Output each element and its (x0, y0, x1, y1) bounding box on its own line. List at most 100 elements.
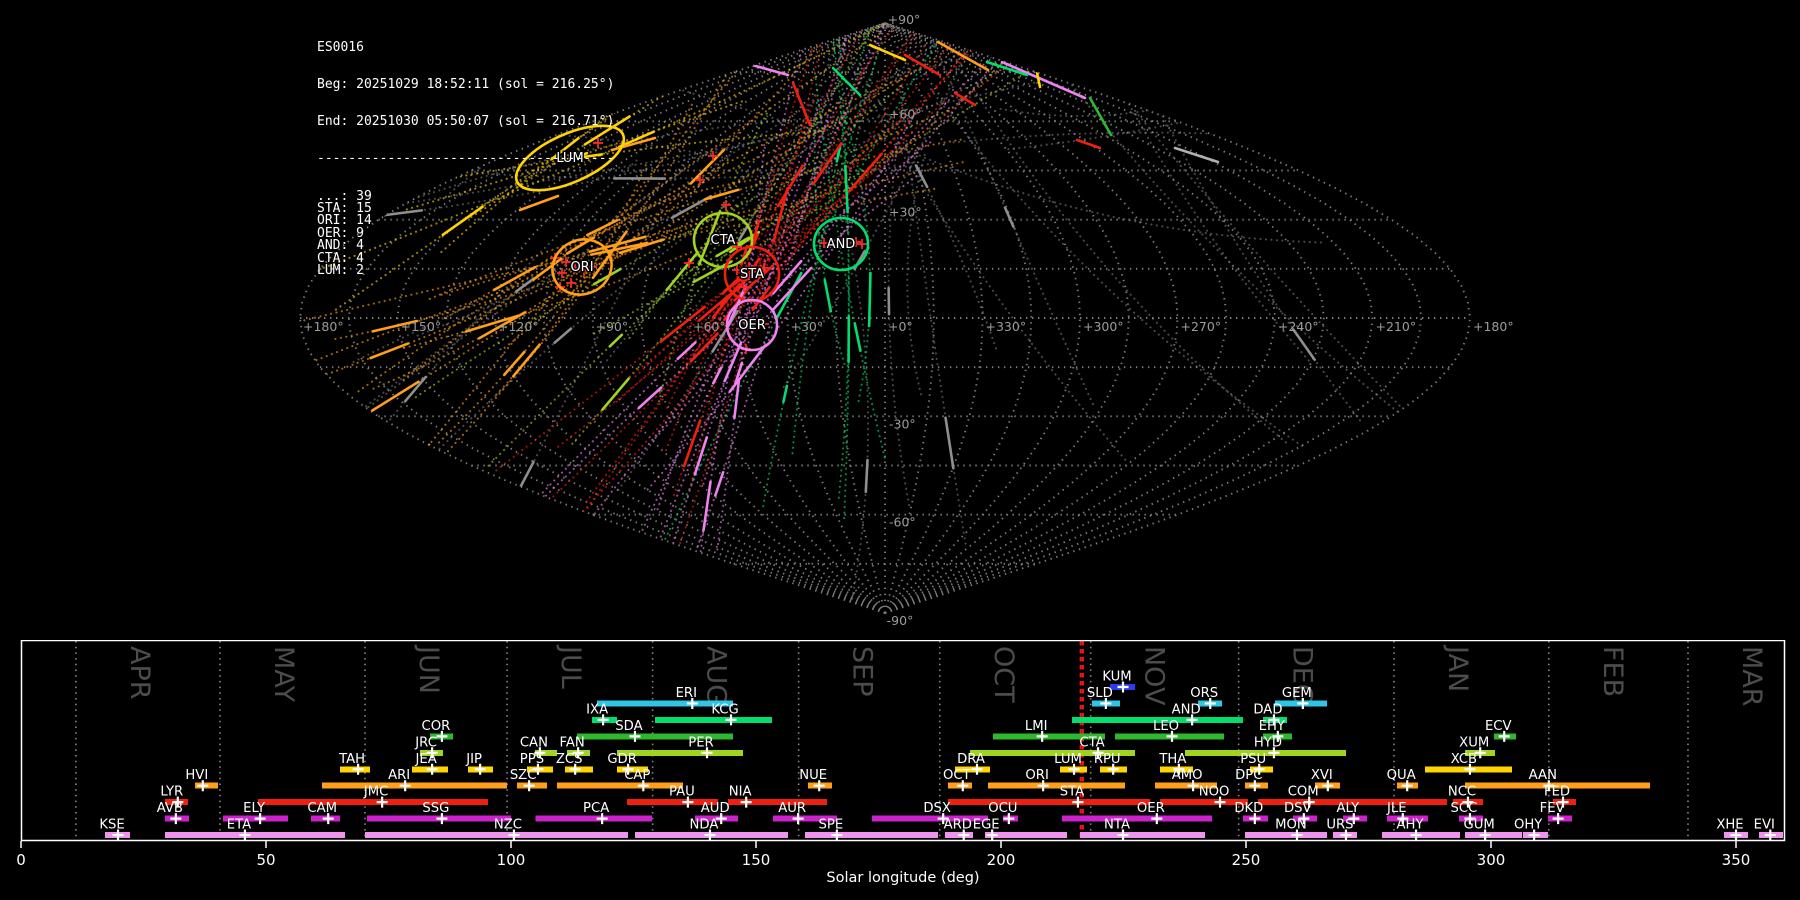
shower-label-ORS: ORS (1190, 686, 1218, 701)
lon-label: +180° (1473, 319, 1514, 334)
radiant-label-STA: STA (740, 267, 764, 282)
shower-label-JLE: JLE (1386, 801, 1407, 816)
trail-arc (898, 23, 1094, 406)
shower-labels: KUM ERI SLD ORS GEM IXA KCG AND DAD COR SDA LMI LEO E… (99, 670, 1775, 833)
month-label-JAN: JAN (1442, 644, 1473, 692)
shower-label-PER: PER (688, 735, 713, 750)
shower-label-HYD: HYD (1254, 735, 1282, 750)
shower-label-QUA: QUA (1387, 768, 1416, 783)
meteor-radiant-screen: LUM CTA ORI AND STA OER +180° +150° +120° +90° +60… (0, 0, 1800, 900)
sky-map: LUMCTAORIANDSTAOER+180° +150° +120° +90° +60… (299, 12, 1514, 628)
shower-label-FEV: FEV (1540, 801, 1565, 816)
shower-label-THA: THA (1158, 752, 1186, 767)
meteor-segment (1173, 146, 1220, 164)
shower-label-CAN: CAN (520, 735, 548, 750)
x-tick-label: 100 (497, 851, 526, 869)
lon-label: +240° (1278, 319, 1319, 334)
shower-label-NDA: NDA (690, 818, 719, 833)
pole-bottom-label: -90° (887, 613, 914, 628)
shower-label-EGE: EGE (973, 818, 1000, 833)
month-label-APR: APR (124, 646, 155, 700)
meteor-segment (944, 416, 955, 470)
shower-label-KUM: KUM (1102, 670, 1131, 685)
x-tick-label: 0 (16, 851, 26, 869)
lon-label: +120° (498, 319, 539, 334)
shower-label-EVI: EVI (1754, 818, 1775, 833)
shower-label-KSE: KSE (99, 818, 124, 833)
shower-label-NOO: NOO (1199, 785, 1230, 800)
trail-arc (895, 64, 967, 545)
shower-bar-CAP (557, 782, 683, 789)
shower-label-ERI: ERI (676, 686, 697, 701)
x-axis-title: Solar longitude (deg) (826, 870, 979, 886)
x-tick-label: 350 (1722, 851, 1751, 869)
shower-label-GUM: GUM (1463, 818, 1494, 833)
lon-label: +300° (1083, 319, 1124, 334)
shower-label-SLD: SLD (1087, 686, 1113, 701)
shower-label-OCT: OCT (943, 768, 972, 783)
shower-label-LMI: LMI (1025, 719, 1048, 734)
shower-bar-OER (1061, 815, 1213, 822)
shower-label-NCC: NCC (1448, 785, 1476, 800)
shower-label-AND: AND (1172, 702, 1201, 717)
shower-label-HVI: HVI (185, 768, 208, 783)
shower-label-OER: OER (1137, 801, 1165, 816)
shower-label-IXA: IXA (586, 702, 608, 717)
shower-label-LEO: LEO (1153, 719, 1179, 734)
month-label-MAY: MAY (268, 646, 299, 703)
meteor-segment (823, 278, 833, 313)
radiant-label-CTA: CTA (711, 233, 736, 248)
month-labels: APR MAY JUN JUL AUG SEP OCT NOV DEC JAN FEB MAR (124, 644, 1767, 707)
radiant-label-AND: AND (827, 237, 856, 252)
lat-label: -60° (889, 515, 916, 530)
shower-activity-chart: APR MAY JUN JUL AUG SEP OCT NOV DEC JAN FEB MARKUME… (16, 640, 1786, 886)
shower-label-COM: COM (1288, 785, 1319, 800)
shower-label-ARI: ARI (388, 768, 410, 783)
meteor-segment (703, 188, 740, 201)
trail-arc (906, 149, 927, 396)
shower-label-EHY: EHY (1259, 719, 1286, 734)
lon-label: +210° (1376, 319, 1417, 334)
red-plus-marker (857, 239, 867, 249)
trail-arc (1072, 23, 1362, 422)
month-label-MAR: MAR (1736, 646, 1767, 707)
shower-bar-ETA (165, 832, 345, 839)
shower-label-NIA: NIA (729, 785, 752, 800)
shower-label-DAD: DAD (1253, 702, 1282, 717)
shower-label-SCC: SCC (1451, 801, 1478, 816)
meteor-segment (1292, 328, 1316, 362)
lat-label: -30° (889, 416, 916, 431)
meteor-segment (693, 436, 709, 476)
meteor-segment (713, 470, 725, 497)
shower-label-GDR: GDR (607, 752, 637, 767)
shower-bar-STA (948, 799, 1150, 806)
shower-label-XVI: XVI (1311, 768, 1333, 783)
lon-label: +0° (888, 319, 913, 334)
month-label-JUN: JUN (413, 644, 444, 694)
meteor-segment (503, 350, 526, 377)
x-tick-label: 200 (987, 851, 1016, 869)
meteor-segment (369, 342, 410, 360)
shower-label-RPU: RPU (1094, 752, 1121, 767)
lon-label: +60° (693, 319, 726, 334)
shower-label-XHE: XHE (1716, 818, 1743, 833)
x-tick-labels: 0 50 100 150 200 250 300 350 (16, 851, 1750, 869)
shower-label-CAM: CAM (307, 801, 337, 816)
shower-label-PCA: PCA (583, 801, 609, 816)
shower-label-AUD: AUD (701, 801, 730, 816)
trail-arc (1062, 23, 1310, 362)
shower-label-NUE: NUE (799, 768, 827, 783)
shower-label-ARD: ARD (944, 818, 972, 833)
month-label-OCT: OCT (988, 646, 1019, 703)
meteor-segment (776, 271, 803, 319)
shower-label-CTA: CTA (1079, 735, 1104, 750)
meteor-segment (743, 61, 790, 77)
observation-info: ES0016 Beg: 20251029 18:52:11 (sol = 216… (317, 17, 614, 302)
shower-bar-PCA (535, 815, 653, 822)
shower-label-ELY: ELY (243, 801, 266, 816)
x-ticks (20, 841, 1737, 848)
shower-label-NZC: NZC (494, 818, 522, 833)
meteor-segment (936, 40, 990, 72)
begin-time: Beg: 20251029 18:52:11 (sol = 216.25°) (317, 77, 615, 93)
shower-label-SSG: SSG (422, 801, 449, 816)
